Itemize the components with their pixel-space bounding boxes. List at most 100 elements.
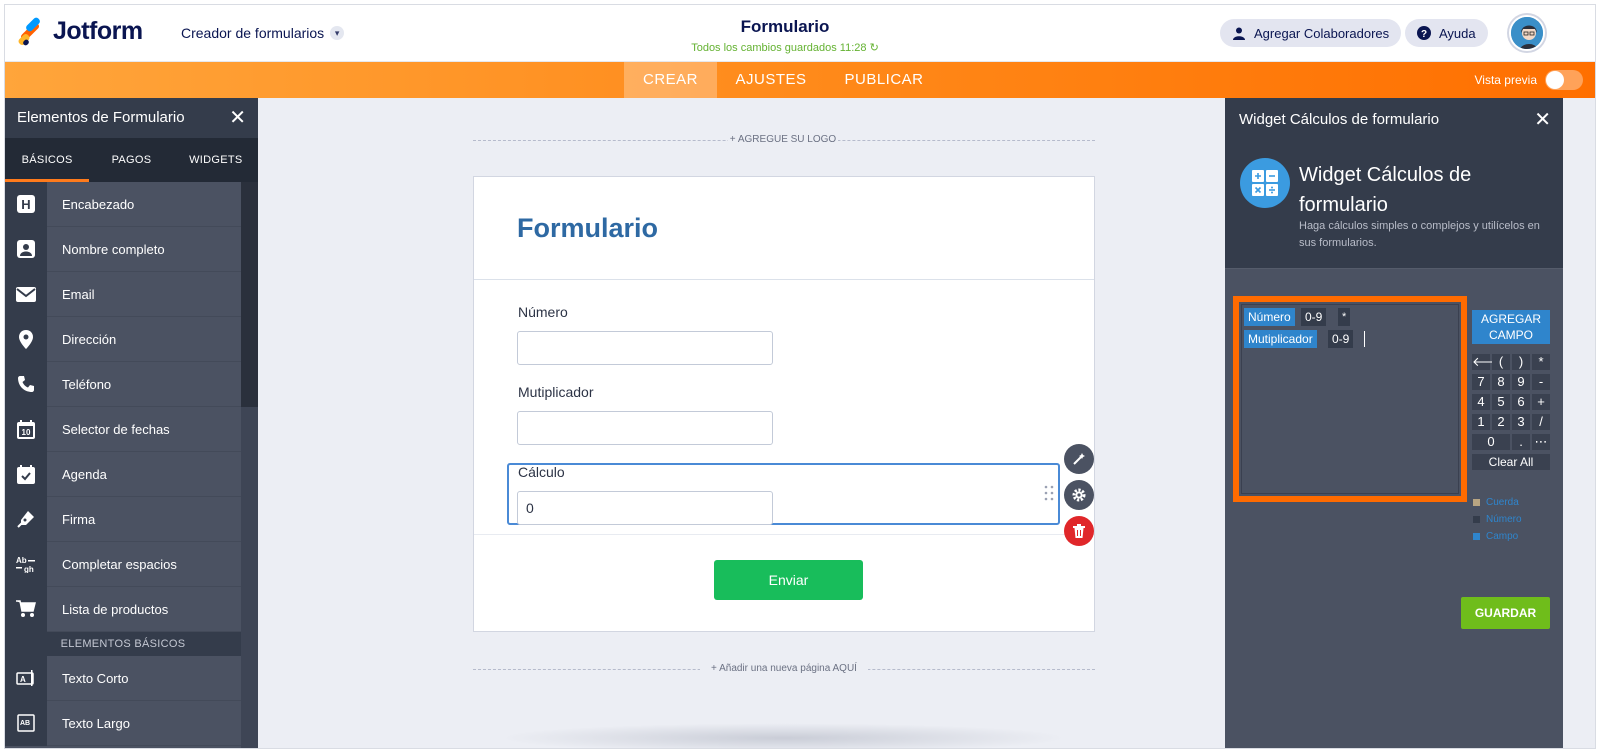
tab-pagos[interactable]: PAGOS — [89, 138, 173, 182]
formula-token-field[interactable]: Mutiplicador — [1244, 330, 1317, 348]
delete-button[interactable] — [1064, 516, 1094, 546]
key-minus[interactable]: - — [1532, 374, 1550, 390]
calculator-icon — [1240, 158, 1290, 208]
key-divide[interactable]: / — [1532, 414, 1550, 430]
help-button[interactable]: ? Ayuda — [1405, 19, 1488, 47]
tab-ajustes[interactable]: AJUSTES — [717, 62, 825, 98]
scrollbar-thumb[interactable] — [241, 182, 258, 407]
form-header[interactable]: Formulario — [474, 177, 1094, 280]
builder-dropdown[interactable]: Creador de formularios ▾ — [181, 25, 345, 41]
svg-text:10: 10 — [22, 428, 31, 437]
tab-publicar[interactable]: PUBLICAR — [825, 62, 943, 98]
save-status-text: Todos los cambios guardados 11:28 — [691, 42, 867, 54]
key-close-paren[interactable]: ) — [1512, 354, 1530, 370]
key-4[interactable]: 4 — [1472, 394, 1490, 410]
settings-button[interactable] — [1064, 480, 1094, 510]
element-texto-largo[interactable]: AB Texto Largo — [5, 700, 241, 746]
formula-token-number[interactable]: 0-9 — [1328, 330, 1354, 348]
user-icon — [1232, 26, 1246, 40]
envelope-icon — [5, 271, 47, 317]
backspace-key[interactable]: 🡐 — [1472, 354, 1507, 370]
form-title[interactable]: Formulario — [635, 17, 935, 37]
svg-text:gh: gh — [24, 565, 34, 573]
add-page-link[interactable]: + Añadir una nueva página AQUÍ — [700, 663, 868, 674]
element-lista-productos[interactable]: Lista de productos — [5, 586, 241, 632]
element-nombre-completo[interactable]: Nombre completo — [5, 226, 241, 272]
refresh-icon: ↻ — [869, 42, 879, 54]
builder-label: Creador de formularios — [181, 25, 325, 41]
legend-swatch — [1473, 533, 1480, 540]
element-agenda[interactable]: Agenda — [5, 451, 241, 497]
key-more[interactable]: ⋯ — [1532, 434, 1550, 450]
element-label: Dirección — [62, 331, 117, 347]
element-label: Firma — [62, 511, 96, 527]
trash-icon — [1073, 524, 1085, 538]
element-email[interactable]: Email — [5, 271, 241, 317]
element-completar-espacios[interactable]: Ab gh Completar espacios — [5, 541, 241, 587]
formula-editor-highlight: Número 0-9 * Mutiplicador 0-9 — [1233, 296, 1467, 502]
key-9[interactable]: 9 — [1512, 374, 1530, 390]
tab-widgets[interactable]: WIDGETS — [174, 138, 258, 182]
preview-toggle-group: Vista previa — [1475, 70, 1583, 90]
element-encabezado[interactable]: H Encabezado — [5, 181, 241, 227]
tab-basicos[interactable]: BÁSICOS — [5, 138, 90, 182]
widget-description: Haga cálculos simples o complejos y util… — [1299, 220, 1540, 249]
avatar — [1509, 15, 1545, 51]
token-legend: Cuerda Número Campo — [1473, 494, 1522, 545]
clear-all-button[interactable]: Clear All — [1472, 454, 1550, 470]
legend-label: Campo — [1486, 531, 1519, 542]
key-plus[interactable]: + — [1532, 394, 1550, 410]
form-canvas: + AGREGUE SU LOGO Formulario Número Muti… — [258, 98, 1225, 748]
wand-button[interactable] — [1064, 444, 1094, 474]
brand-name: Jotform — [53, 17, 143, 45]
help-icon: ? — [1417, 26, 1431, 40]
element-telefono[interactable]: Teléfono — [5, 361, 241, 407]
divider — [474, 534, 1094, 535]
jotform-logo[interactable]: Jotform — [17, 15, 143, 46]
user-avatar-button[interactable] — [1507, 13, 1547, 53]
drag-handle-icon[interactable] — [1044, 485, 1054, 501]
numero-label: Número — [518, 304, 568, 320]
key-decimal[interactable]: . — [1512, 434, 1530, 450]
formula-token-operator[interactable]: * — [1338, 308, 1351, 326]
element-label: Texto Largo — [62, 715, 130, 731]
close-icon[interactable]: ✕ — [229, 98, 246, 138]
key-1[interactable]: 1 — [1472, 414, 1490, 430]
formula-token-number[interactable]: 0-9 — [1301, 308, 1327, 326]
element-texto-corto[interactable]: A Texto Corto — [5, 655, 241, 701]
add-logo-link[interactable]: + AGREGUE SU LOGO — [728, 134, 838, 145]
form-card: Formulario Número Mutiplicador Cálculo 0… — [473, 176, 1095, 632]
add-collaborators-button[interactable]: Agregar Colaboradores — [1220, 19, 1402, 47]
key-0[interactable]: 0 — [1472, 434, 1510, 450]
app-window: Jotform Creador de formularios ▾ Formula… — [4, 4, 1596, 749]
key-2[interactable]: 2 — [1492, 414, 1510, 430]
key-5[interactable]: 5 — [1492, 394, 1510, 410]
key-3[interactable]: 3 — [1512, 414, 1530, 430]
magic-wand-icon — [1073, 453, 1085, 465]
calculo-input[interactable]: 0 — [517, 491, 773, 525]
location-pin-icon — [5, 316, 47, 362]
form-heading[interactable]: Formulario — [517, 213, 658, 244]
multiplicador-input[interactable] — [517, 411, 773, 445]
element-firma[interactable]: Firma — [5, 496, 241, 542]
key-open-paren[interactable]: ( — [1492, 354, 1510, 370]
numero-input[interactable] — [517, 331, 773, 365]
formula-editor[interactable]: Número 0-9 * Mutiplicador 0-9 — [1241, 304, 1459, 494]
element-label: Teléfono — [62, 376, 112, 392]
key-7[interactable]: 7 — [1472, 374, 1490, 390]
element-direccion[interactable]: Dirección — [5, 316, 241, 362]
element-selector-fechas[interactable]: 10 Selector de fechas — [5, 406, 241, 452]
element-label: Texto Corto — [62, 670, 129, 686]
preview-toggle[interactable] — [1545, 70, 1583, 90]
pen-icon — [5, 496, 47, 542]
right-edge-gap — [1563, 98, 1595, 748]
close-icon[interactable]: ✕ — [1534, 107, 1551, 132]
save-button[interactable]: GUARDAR — [1461, 597, 1550, 629]
submit-button[interactable]: Enviar — [714, 560, 863, 600]
formula-token-field[interactable]: Número — [1244, 308, 1295, 326]
key-multiply[interactable]: * — [1532, 354, 1550, 370]
key-8[interactable]: 8 — [1492, 374, 1510, 390]
add-field-button[interactable]: AGREGAR CAMPO — [1472, 310, 1550, 344]
key-6[interactable]: 6 — [1512, 394, 1530, 410]
tab-crear[interactable]: CREAR — [624, 62, 717, 98]
